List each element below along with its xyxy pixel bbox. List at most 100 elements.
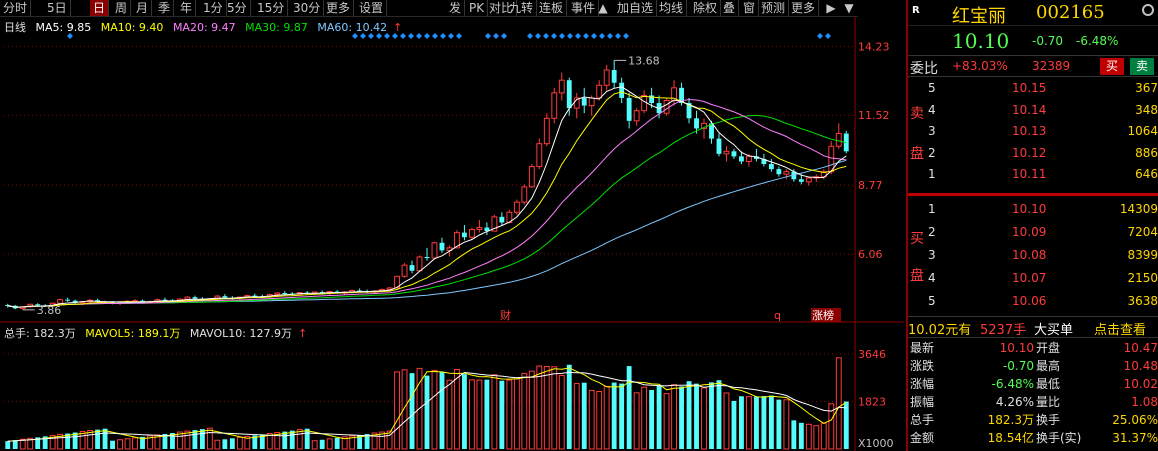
candle-body (626, 97, 632, 121)
bid-row: 3 10.08 8399 (908, 248, 1158, 270)
ask-price: 10.13 (1012, 124, 1047, 138)
volume-bar (499, 380, 505, 449)
bid-volume: 3638 (1127, 294, 1158, 308)
marker-diamond (527, 33, 533, 39)
event-q: q (774, 309, 781, 322)
toolbar-btn-8[interactable]: 除权 (690, 0, 722, 16)
tab-12[interactable]: 设置 (356, 0, 388, 16)
volume-bar (701, 387, 707, 450)
tab-5[interactable]: 季 (155, 0, 175, 16)
tab-8[interactable]: 5分 (224, 0, 251, 16)
quote-label: 换手 (1036, 413, 1061, 427)
up-icon[interactable]: ▲ (596, 0, 610, 16)
sell-button[interactable]: 卖 (1130, 58, 1154, 75)
candle-body (499, 216, 505, 223)
toolbar-btn-0[interactable]: 发 (446, 0, 466, 16)
vol-tick-label: 1823 (858, 396, 886, 409)
volume-bar (117, 439, 123, 450)
candle-body (528, 166, 535, 188)
big-order-row[interactable]: 10.02元有 5237手 大买单 点击查看 (908, 316, 1158, 338)
volume-bar (236, 436, 243, 450)
tab-2[interactable]: 日 (90, 0, 110, 16)
ask-volume: 348 (1135, 102, 1158, 117)
tab-6[interactable]: 年 (177, 0, 197, 16)
toolbar-btn-7[interactable]: 均线 (656, 0, 688, 16)
volume-bar (709, 382, 714, 449)
candle-body (65, 299, 71, 301)
marker-diamond (551, 33, 557, 39)
marker-diamond (416, 33, 422, 39)
tab-1[interactable]: 5日 (44, 0, 71, 16)
toolbar-btn-11[interactable]: 预测 (758, 0, 790, 16)
volume-bar (753, 396, 759, 449)
marker-diamond (535, 33, 541, 39)
ask-row: 5 10.15 367 (908, 81, 1158, 103)
ask-price: 10.14 (1012, 102, 1047, 117)
volume-bar (581, 382, 587, 449)
volume-bar (679, 386, 684, 449)
candle-body (274, 292, 281, 296)
volume-bar (521, 372, 528, 450)
ask-level: 3 (928, 124, 936, 138)
volume-bar (12, 440, 18, 449)
volume-bar (311, 440, 318, 450)
candle-body (536, 143, 543, 168)
ma60-label: MA60: 10.42 ↑ (317, 21, 403, 34)
ask-row: 3 10.13 1064 (908, 124, 1158, 146)
volume-bar (671, 384, 677, 450)
marker-diamond (424, 33, 430, 39)
toolbar-btn-3[interactable]: 九转 (506, 0, 538, 16)
volume-bar (468, 379, 475, 450)
candle-body (709, 123, 714, 139)
toolbar-btn-5[interactable]: 事件 (568, 0, 600, 16)
candle-body (611, 70, 617, 83)
volume-bar (5, 441, 11, 449)
toolbar-btn-9[interactable]: 叠 (720, 0, 740, 16)
price-change: -0.70 (1032, 34, 1064, 48)
volume-bar (641, 386, 648, 450)
ask-price: 10.15 (1012, 81, 1047, 95)
tab-0[interactable]: 分时 (0, 0, 32, 16)
candle-body (476, 227, 483, 231)
tab-3[interactable]: 周 (112, 0, 132, 16)
volume-bar (723, 392, 730, 450)
volume-bar (588, 389, 595, 450)
toolbar-btn-1[interactable]: PK (466, 0, 489, 16)
volume-bar (401, 369, 408, 450)
dropdown-icon[interactable]: ▼ (842, 0, 856, 16)
ma20-label: MA20: 9.47 (172, 21, 236, 34)
marker-diamond (493, 33, 499, 39)
toolbar-btn-12[interactable]: 更多 (788, 0, 820, 16)
volume-bar (566, 364, 572, 449)
quote-row: 金额 18.54亿 换手(实) 31.37% (908, 430, 1158, 446)
tab-7[interactable]: 1分 (200, 0, 227, 16)
quote-row: 总手 182.3万 换手 25.06% (908, 412, 1158, 428)
next-icon[interactable]: ▶ (824, 0, 838, 16)
marker-diamond (599, 33, 605, 39)
volume-bar (513, 378, 520, 450)
toolbar-btn-10[interactable]: 窗 (740, 0, 760, 16)
marker-diamond (583, 33, 589, 39)
tab-10[interactable]: 30分 (290, 0, 325, 16)
volume-bar (394, 371, 400, 450)
marker-diamond (607, 33, 613, 39)
tab-11[interactable]: 更多 (323, 0, 355, 16)
tab-4[interactable]: 月 (133, 0, 153, 16)
big-order-link[interactable]: 点击查看 (1094, 319, 1146, 338)
tab-9[interactable]: 15分 (254, 0, 289, 16)
volume-bar (431, 369, 438, 450)
buy-button[interactable]: 买 (1100, 58, 1124, 75)
volume-bar (199, 429, 205, 449)
volume-bar (214, 439, 221, 450)
kline-chart[interactable]: 14.23 11.52 8.77 6.06 13.68 3.86 财 q 涨榜 3646 1823 X… (0, 17, 904, 451)
candle-body (468, 229, 475, 238)
volume-bar (686, 381, 692, 449)
toolbar-btn-4[interactable]: 连板 (536, 0, 568, 16)
ask-level: 4 (928, 102, 936, 117)
toolbar-btn-6[interactable]: 加自选 (614, 0, 658, 16)
vol-unit-label: X1000 (858, 437, 894, 450)
price-change-pct: -6.48% (1076, 34, 1119, 48)
bid-row: 4 10.07 2150 (908, 271, 1158, 293)
volume-bar (184, 430, 191, 450)
search-icon[interactable] (1142, 4, 1154, 16)
